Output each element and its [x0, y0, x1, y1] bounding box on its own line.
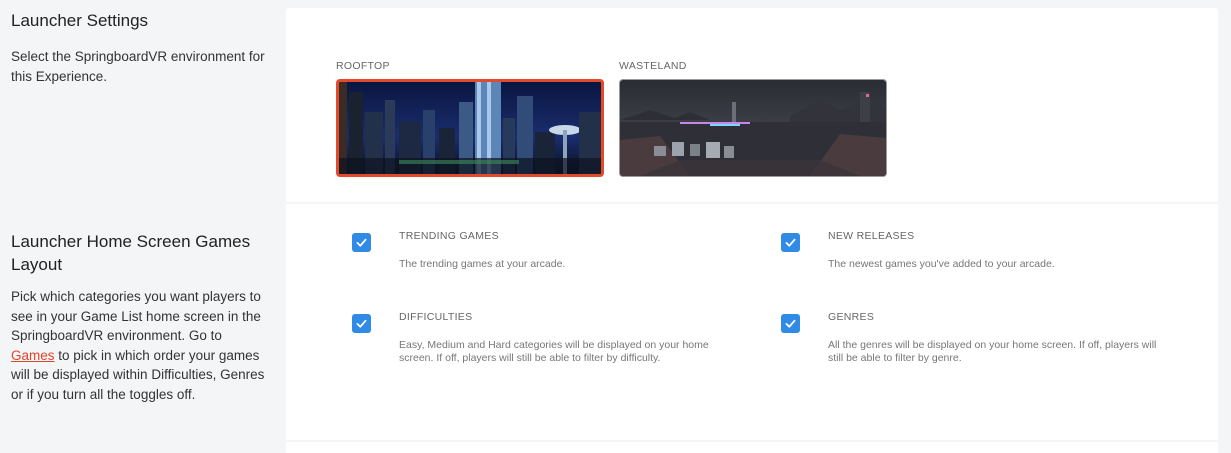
city-skyline-image	[339, 82, 601, 174]
checkmark-icon	[785, 238, 796, 247]
category-title: DIFFICULTIES	[399, 311, 473, 323]
environment-label: ROOFTOP	[336, 60, 390, 72]
category-title: TRENDING GAMES	[399, 230, 499, 242]
category-description: The trending games at your arcade.	[399, 258, 566, 270]
checkmark-icon	[785, 319, 796, 328]
layout-categories-card: TRENDING GAMES The trending games at you…	[286, 204, 1218, 440]
launcher-settings-description: Select the SpringboardVR environment for…	[11, 49, 265, 84]
next-section-card	[286, 442, 1218, 453]
launcher-settings-heading: Launcher Settings	[11, 11, 149, 30]
rooftop-thumbnail[interactable]	[336, 79, 604, 177]
layout-description-before: Pick which categories you want players t…	[11, 289, 261, 343]
difficulties-checkbox[interactable]	[352, 314, 371, 333]
category-title: GENRES	[828, 311, 875, 323]
checkmark-icon	[356, 319, 367, 328]
environment-card: ROOFTOP WASTELAND	[286, 8, 1218, 202]
trending-games-checkbox[interactable]	[352, 233, 371, 252]
new-releases-checkbox[interactable]	[781, 233, 800, 252]
environment-label: WASTELAND	[619, 60, 687, 72]
layout-settings-description: Pick which categories you want players t…	[11, 287, 266, 404]
launcher-settings-info: Launcher Settings Select the Springboard…	[11, 9, 266, 86]
layout-settings-heading: Launcher Home Screen Games Layout	[11, 232, 251, 274]
genres-checkbox[interactable]	[781, 314, 800, 333]
checkmark-icon	[356, 238, 367, 247]
wasteland-thumbnail[interactable]	[619, 79, 887, 177]
environment-option-rooftop[interactable]: ROOFTOP	[336, 59, 604, 177]
category-title: NEW RELEASES	[828, 230, 915, 242]
launcher-settings-page: Launcher Settings Select the Springboard…	[0, 0, 1231, 453]
games-link[interactable]: Games	[11, 348, 55, 363]
category-description: Easy, Medium and Hard categories will be…	[399, 339, 709, 364]
layout-settings-info: Launcher Home Screen Games Layout Pick w…	[11, 230, 266, 404]
category-description: All the genres will be displayed on your…	[828, 339, 1157, 364]
wasteland-image	[620, 80, 886, 176]
environment-option-wasteland[interactable]: WASTELAND	[619, 59, 887, 177]
category-description: The newest games you've added to your ar…	[828, 258, 1055, 270]
